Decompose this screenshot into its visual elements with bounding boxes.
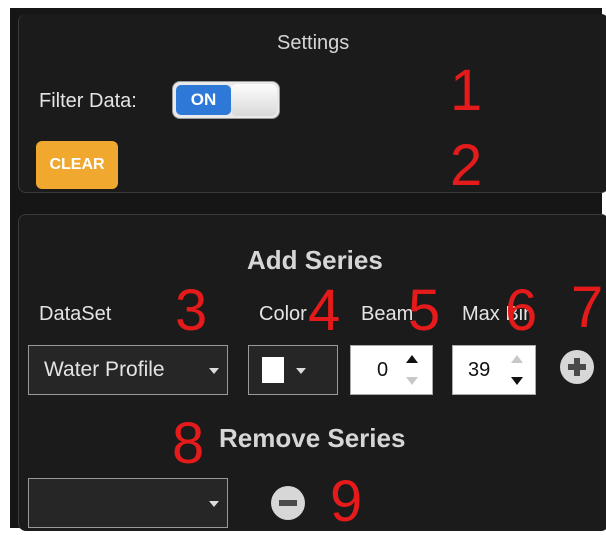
color-swatch — [262, 357, 284, 383]
annotation-9: 9 — [330, 469, 363, 534]
dataset-selected-value: Water Profile — [44, 358, 165, 381]
annotation-5: 5 — [408, 278, 441, 343]
beam-spinner[interactable]: 0 — [350, 345, 433, 395]
chevron-down-icon — [296, 368, 306, 374]
toggle-knob[interactable] — [231, 84, 277, 116]
annotation-2: 2 — [450, 133, 483, 198]
increment-arrow-icon[interactable] — [511, 355, 523, 363]
max-bin-spinner[interactable]: 39 — [452, 345, 536, 395]
color-dropdown[interactable] — [248, 345, 338, 395]
annotation-3: 3 — [175, 278, 208, 343]
filter-toggle[interactable]: ON — [172, 81, 280, 119]
beam-value: 0 — [377, 359, 389, 381]
decrement-arrow-icon[interactable] — [406, 377, 418, 385]
increment-arrow-icon[interactable] — [406, 355, 418, 363]
annotation-8: 8 — [172, 411, 205, 476]
settings-title: Settings — [277, 32, 350, 54]
add-series-button[interactable] — [560, 350, 594, 384]
color-label: Color — [259, 303, 307, 325]
add-series-title: Add Series — [247, 245, 383, 275]
clear-button[interactable]: CLEAR — [36, 141, 118, 189]
filter-data-label: Filter Data: — [39, 90, 137, 112]
toggle-on-label: ON — [176, 85, 231, 115]
minus-icon — [279, 500, 297, 506]
max-bin-value: 39 — [468, 359, 491, 381]
remove-series-button[interactable] — [271, 486, 305, 520]
remove-series-dropdown[interactable] — [28, 478, 228, 528]
annotation-1: 1 — [450, 58, 483, 123]
decrement-arrow-icon[interactable] — [511, 377, 523, 385]
remove-series-title: Remove Series — [219, 423, 406, 453]
annotation-7: 7 — [571, 275, 604, 340]
settings-window: Settings Filter Data: Add Series DataSet… — [10, 8, 606, 531]
beam-label: Beam — [361, 303, 414, 325]
annotation-4: 4 — [308, 278, 341, 343]
chevron-down-icon — [209, 368, 219, 374]
dataset-label: DataSet — [39, 303, 112, 325]
annotation-6: 6 — [505, 278, 538, 343]
plus-icon — [568, 358, 586, 376]
dataset-dropdown[interactable]: Water Profile — [28, 345, 228, 395]
chevron-down-icon — [209, 501, 219, 507]
